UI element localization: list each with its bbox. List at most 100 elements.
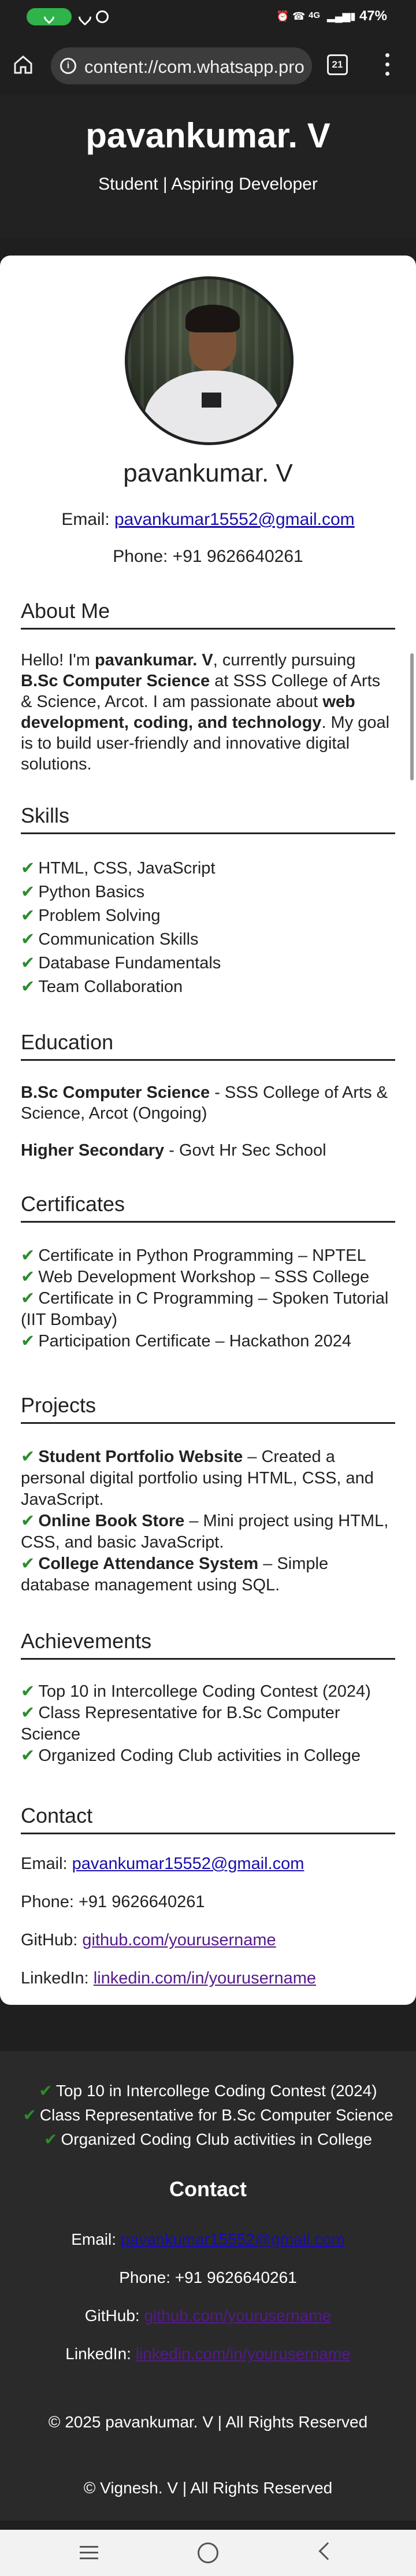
battery-percent: 47% <box>359 8 387 24</box>
page-subtitle: Student | Aspiring Developer <box>98 175 318 194</box>
contact-linkedin: LinkedIn: linkedin.com/in/yourusername <box>21 1969 317 1987</box>
more-menu-icon[interactable] <box>380 53 394 76</box>
profile-card: pavankumar. V Email: pavankumar15552@gma… <box>0 256 416 2005</box>
list-item: ✔ Participation Certificate – Hackathon 2… <box>21 1332 351 1350</box>
browser-toolbar: i content://com.whatsapp.provider.media/… <box>0 35 416 95</box>
github-link[interactable]: github.com/yourusername <box>82 1931 276 1949</box>
list-item: ✔ Database Fundamentals <box>21 954 221 972</box>
footer-achievement: ✔ Top 10 in Intercollege Coding Contest (… <box>39 2082 377 2100</box>
recent-apps-icon[interactable] <box>80 2546 98 2560</box>
list-item: ✔ Certificate in Python Programming – NPT… <box>21 1246 366 1265</box>
scrollbar[interactable] <box>410 653 414 780</box>
skills-list: ✔ HTML, CSS, JavaScript ✔ Python Basics ✔ P… <box>21 857 395 999</box>
check-icon: ✔ <box>21 906 35 925</box>
education-item: Higher Secondary - Govt Hr Sec School <box>21 1141 326 1160</box>
certificates-list: ✔ Certificate in Python Programming – NPT… <box>21 1245 395 1352</box>
footer-achievement: ✔ Organized Coding Club activities in Col… <box>44 2130 372 2148</box>
profile-name: pavankumar. V <box>123 459 293 487</box>
tab-switcher-icon[interactable]: 21 <box>327 54 348 75</box>
check-icon: ✔ <box>21 1555 35 1573</box>
footer-email-link[interactable]: pavankumar15552@gmail.com <box>121 2230 345 2248</box>
achievements-title: Achievements <box>21 1629 395 1660</box>
about-text: Hello! I'm pavankumar. V, currently purs… <box>21 651 390 773</box>
projects-title: Projects <box>21 1393 395 1424</box>
signal-icon: ▂▄▆ <box>327 10 351 22</box>
skills-title: Skills <box>21 804 395 834</box>
footer-contact-title: Contact <box>169 2177 247 2201</box>
check-icon: ✔ <box>21 978 35 996</box>
list-item: ✔ Python Basics <box>21 883 145 901</box>
ongoing-call-pill[interactable] <box>27 8 72 25</box>
check-icon: ✔ <box>44 2130 58 2148</box>
check-icon: ✔ <box>21 954 35 972</box>
achievements-list: ✔ Top 10 in Intercollege Coding Contest (… <box>21 1681 395 1767</box>
education-title: Education <box>21 1030 395 1061</box>
system-nav-bar <box>0 2530 416 2576</box>
profile-email-link[interactable]: pavankumar15552@gmail.com <box>114 510 355 529</box>
battery-icon: ▮ <box>350 10 356 22</box>
footer-phone: Phone: +91 9626640261 <box>119 2268 297 2286</box>
check-icon: ✔ <box>21 1332 35 1350</box>
home-icon[interactable] <box>13 54 34 75</box>
contact-github: GitHub: github.com/yourusername <box>21 1931 276 1949</box>
check-icon: ✔ <box>21 1448 35 1466</box>
footer-copyright: © 2025 pavankumar. V | All Rights Reserv… <box>48 2413 368 2431</box>
check-icon: ✔ <box>21 1246 35 1265</box>
footer-credit: © Vignesh. V | All Rights Reserved <box>83 2479 333 2497</box>
network-type: 4G <box>309 10 321 20</box>
check-icon: ✔ <box>21 1268 35 1286</box>
list-item: ✔ Problem Solving <box>21 906 161 925</box>
list-item: ✔ Team Collaboration <box>21 978 183 996</box>
contact-email-link[interactable]: pavankumar15552@gmail.com <box>72 1855 304 1873</box>
check-icon: ✔ <box>21 1289 35 1308</box>
alarm-icon: ⏰ <box>276 10 289 22</box>
footer-github: GitHub: github.com/yourusername <box>84 2307 332 2325</box>
list-item: ✔ College Attendance System – Simple data… <box>21 1555 329 1594</box>
info-icon[interactable]: i <box>60 58 76 74</box>
footer-linkedin: LinkedIn: linkedin.com/in/yourusername <box>65 2345 351 2363</box>
contact-email: Email: pavankumar15552@gmail.com <box>21 1855 304 1873</box>
status-bar: ⏰ ☎ 4G ▂▄▆ ▮ 47% <box>0 0 416 35</box>
avatar <box>125 276 294 445</box>
footer-achievement: ✔ Class Representative for B.Sc Computer … <box>23 2106 393 2124</box>
list-item: ✔ Student Portfolio Website – Created a p… <box>21 1448 374 1509</box>
check-icon: ✔ <box>23 2106 36 2124</box>
list-item: ✔ Certificate in C Programming – Spoken T… <box>21 1289 389 1329</box>
list-item: ✔ Communication Skills <box>21 930 199 949</box>
back-icon[interactable] <box>318 2542 337 2560</box>
page-footer: ✔ Top 10 in Intercollege Coding Contest (… <box>0 2051 416 2521</box>
check-icon: ✔ <box>21 1682 35 1701</box>
footer-email: Email: pavankumar15552@gmail.com <box>71 2230 345 2248</box>
list-item: ✔ Organized Coding Club activities in Col… <box>21 1746 361 1765</box>
check-icon: ✔ <box>21 883 35 901</box>
page-header: pavankumar. V Student | Aspiring Develop… <box>0 95 416 238</box>
call-icon <box>76 8 94 26</box>
linkedin-link[interactable]: linkedin.com/in/yourusername <box>94 1969 316 1987</box>
check-icon: ✔ <box>21 930 35 949</box>
whatsapp-icon <box>96 10 109 23</box>
page-title: pavankumar. V <box>86 116 330 155</box>
contact-phone: Phone: +91 9626640261 <box>21 1893 205 1911</box>
profile-email: Email: pavankumar15552@gmail.com <box>61 510 355 529</box>
list-item: ✔ Web Development Workshop – SSS College <box>21 1268 370 1286</box>
home-button-icon[interactable] <box>198 2542 218 2563</box>
list-item: ✔ HTML, CSS, JavaScript <box>21 859 216 878</box>
list-item: ✔ Top 10 in Intercollege Coding Contest (… <box>21 1682 371 1701</box>
url-text[interactable]: content://com.whatsapp.provider.media/it… <box>84 57 304 76</box>
phone-icon <box>42 9 57 24</box>
contact-title: Contact <box>21 1804 395 1834</box>
check-icon: ✔ <box>39 2082 53 2100</box>
about-title: About Me <box>21 599 395 630</box>
wifi-call-icon: ☎ <box>292 10 306 22</box>
education-item: B.Sc Computer Science - SSS College of A… <box>21 1083 388 1123</box>
check-icon: ✔ <box>21 859 35 878</box>
footer-github-link[interactable]: github.com/yourusername <box>144 2307 331 2325</box>
check-icon: ✔ <box>21 1746 35 1765</box>
list-item: ✔ Online Book Store – Mini project using … <box>21 1512 389 1552</box>
check-icon: ✔ <box>21 1512 35 1530</box>
certificates-title: Certificates <box>21 1192 395 1223</box>
footer-linkedin-link[interactable]: linkedin.com/in/yourusername <box>136 2345 351 2363</box>
url-bar[interactable]: i content://com.whatsapp.provider.media/… <box>51 47 312 84</box>
check-icon: ✔ <box>21 1704 35 1722</box>
projects-list: ✔ Student Portfolio Website – Created a p… <box>21 1446 395 1596</box>
